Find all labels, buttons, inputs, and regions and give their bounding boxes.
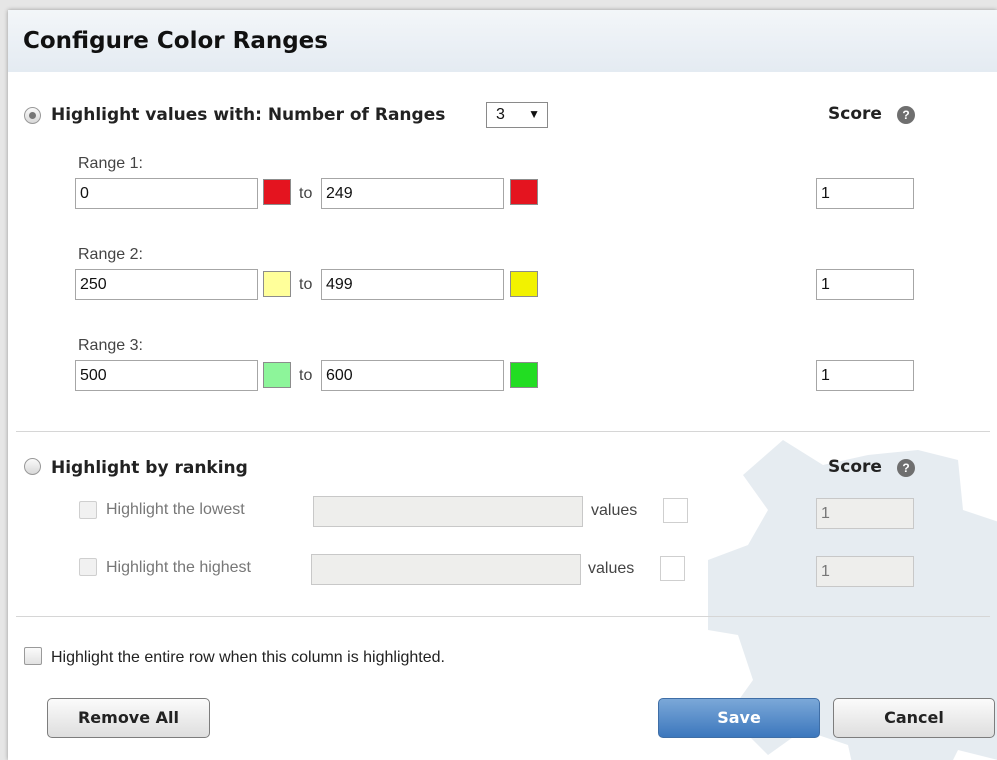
highlight-values-radio[interactable] — [24, 107, 41, 124]
range-2-score-input[interactable] — [816, 269, 914, 300]
score-header: Score — [828, 457, 882, 477]
range-2-to-input[interactable] — [321, 269, 504, 300]
highlight-values-label: Highlight values with: Number of Ranges — [51, 105, 446, 125]
highest-score-input[interactable] — [816, 556, 914, 587]
to-label: to — [299, 367, 313, 384]
to-label: to — [299, 276, 313, 293]
dialog-header: Configure Color Ranges — [8, 10, 997, 72]
highlight-lowest-checkbox[interactable] — [79, 501, 97, 519]
highest-color-swatch[interactable] — [660, 556, 685, 581]
score-header: Score — [828, 104, 882, 124]
range-3-to-input[interactable] — [321, 360, 504, 391]
range-3-label: Range 3: — [78, 337, 143, 354]
range-1-score-input[interactable] — [816, 178, 914, 209]
range-2-from-color-swatch[interactable] — [263, 271, 291, 297]
question-circle-icon[interactable]: ? — [897, 459, 915, 477]
highlight-entire-row-checkbox[interactable] — [24, 647, 42, 665]
highlight-by-ranking-radio[interactable] — [24, 458, 41, 475]
range-2-from-input[interactable] — [75, 269, 258, 300]
section-divider — [16, 431, 990, 432]
lowest-score-input[interactable] — [816, 498, 914, 529]
lowest-color-swatch[interactable] — [663, 498, 688, 523]
remove-all-button[interactable]: Remove All — [47, 698, 210, 738]
range-1-to-input[interactable] — [321, 178, 504, 209]
range-3-from-input[interactable] — [75, 360, 258, 391]
triangle-down-icon: ▼ — [528, 107, 540, 121]
range-1-label: Range 1: — [78, 155, 143, 172]
highlight-by-ranking-label: Highlight by ranking — [51, 458, 248, 478]
to-label: to — [299, 185, 313, 202]
values-label: values — [588, 560, 635, 577]
range-1-from-color-swatch[interactable] — [263, 179, 291, 205]
highlight-highest-checkbox[interactable] — [79, 558, 97, 576]
range-1-to-color-swatch[interactable] — [510, 179, 538, 205]
range-2-to-color-swatch[interactable] — [510, 271, 538, 297]
cancel-button[interactable]: Cancel — [833, 698, 995, 738]
range-3-from-color-swatch[interactable] — [263, 362, 291, 388]
range-2-label: Range 2: — [78, 246, 143, 263]
highlight-highest-label: Highlight the highest — [106, 559, 251, 576]
number-of-ranges-value: 3 — [496, 106, 505, 123]
highlight-lowest-label: Highlight the lowest — [106, 501, 245, 518]
dialog-title: Configure Color Ranges — [23, 28, 328, 54]
range-3-score-input[interactable] — [816, 360, 914, 391]
section-divider — [16, 616, 990, 617]
range-3-to-color-swatch[interactable] — [510, 362, 538, 388]
configure-color-ranges-dialog: Configure Color Ranges Highlight values … — [8, 10, 997, 760]
highest-count-input[interactable] — [311, 554, 581, 585]
question-circle-icon[interactable]: ? — [897, 106, 915, 124]
range-1-from-input[interactable] — [75, 178, 258, 209]
lowest-count-input[interactable] — [313, 496, 583, 527]
number-of-ranges-select[interactable]: 3 ▼ — [486, 102, 548, 128]
save-button[interactable]: Save — [658, 698, 820, 738]
values-label: values — [591, 502, 638, 519]
highlight-entire-row-label: Highlight the entire row when this colum… — [51, 649, 445, 666]
